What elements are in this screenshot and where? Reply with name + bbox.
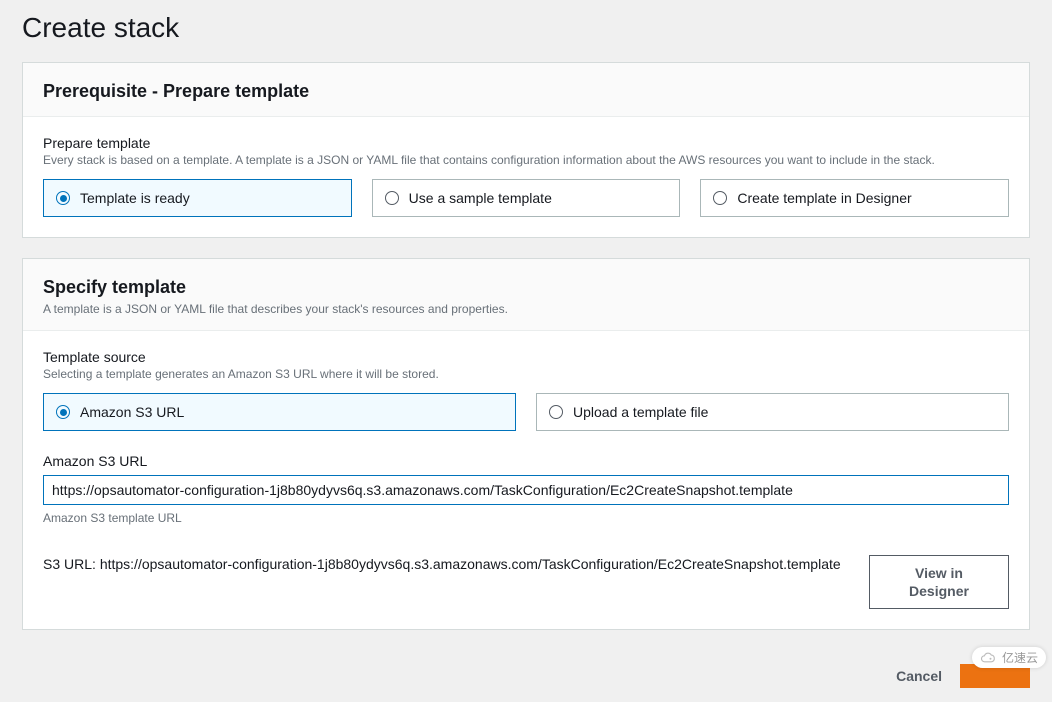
specify-template-panel-header: Specify template A template is a JSON or… [23, 259, 1029, 331]
template-source-radio-group: Amazon S3 URL Upload a template file [43, 393, 1009, 431]
specify-template-panel-body: Template source Selecting a template gen… [23, 331, 1029, 629]
radio-icon [56, 191, 70, 205]
template-source-section-desc: Selecting a template generates an Amazon… [43, 367, 1009, 381]
radio-create-in-designer[interactable]: Create template in Designer [700, 179, 1009, 217]
s3-url-input[interactable] [43, 475, 1009, 505]
cloud-icon [980, 651, 998, 665]
radio-icon [56, 405, 70, 419]
s3-url-display-value: https://opsautomator-configuration-1j8b8… [100, 556, 841, 572]
s3-url-display: S3 URL: https://opsautomator-configurati… [43, 555, 857, 575]
radio-label: Use a sample template [409, 190, 552, 206]
radio-icon [549, 405, 563, 419]
footer-actions: Cancel [22, 650, 1030, 692]
radio-icon [385, 191, 399, 205]
s3-url-section: Amazon S3 URL Amazon S3 template URL [43, 453, 1009, 525]
prerequisite-panel-body: Prepare template Every stack is based on… [23, 117, 1029, 237]
prerequisite-panel-header: Prerequisite - Prepare template [23, 63, 1029, 117]
radio-use-sample-template[interactable]: Use a sample template [372, 179, 681, 217]
s3-url-display-label: S3 URL: [43, 556, 96, 572]
radio-label: Amazon S3 URL [80, 404, 184, 420]
page-title: Create stack [22, 10, 1030, 44]
view-in-designer-button[interactable]: View in Designer [869, 555, 1009, 609]
radio-template-is-ready[interactable]: Template is ready [43, 179, 352, 217]
watermark-text: 亿速云 [1002, 649, 1038, 666]
s3-url-display-row: S3 URL: https://opsautomator-configurati… [43, 555, 1009, 609]
watermark-badge: 亿速云 [972, 647, 1046, 668]
specify-template-panel-subtitle: A template is a JSON or YAML file that d… [43, 302, 1009, 316]
radio-label: Template is ready [80, 190, 190, 206]
radio-label: Upload a template file [573, 404, 708, 420]
radio-upload-template-file[interactable]: Upload a template file [536, 393, 1009, 431]
specify-template-panel-title: Specify template [43, 277, 1009, 298]
radio-amazon-s3-url[interactable]: Amazon S3 URL [43, 393, 516, 431]
prepare-template-section-title: Prepare template [43, 135, 1009, 151]
prepare-template-radio-group: Template is ready Use a sample template … [43, 179, 1009, 217]
cancel-button[interactable]: Cancel [892, 660, 946, 692]
s3-url-help: Amazon S3 template URL [43, 511, 1009, 525]
specify-template-panel: Specify template A template is a JSON or… [22, 258, 1030, 630]
radio-label: Create template in Designer [737, 190, 911, 206]
s3-url-label: Amazon S3 URL [43, 453, 1009, 469]
prepare-template-section-desc: Every stack is based on a template. A te… [43, 153, 1009, 167]
radio-icon [713, 191, 727, 205]
template-source-section-title: Template source [43, 349, 1009, 365]
prerequisite-panel-title: Prerequisite - Prepare template [43, 81, 1009, 102]
prerequisite-panel: Prerequisite - Prepare template Prepare … [22, 62, 1030, 238]
